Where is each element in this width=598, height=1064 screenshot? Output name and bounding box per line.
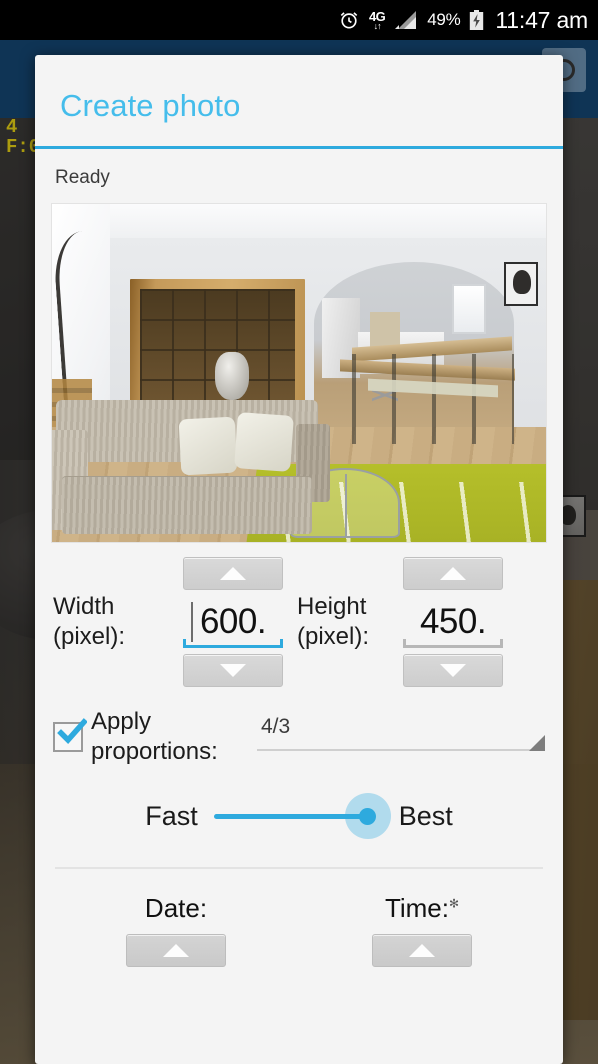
create-photo-dialog: Create photo Ready Width (pixel): 600. H…: [35, 55, 563, 1064]
date-label: Date:: [144, 893, 208, 923]
text-caret: [191, 602, 193, 642]
height-label-line-1: Height: [297, 593, 367, 620]
width-input-value: 600.: [199, 602, 267, 641]
section-divider: [55, 867, 543, 869]
ratio-spinner-underline: [257, 749, 545, 751]
network-type-indicator: 4G ↓↑: [369, 10, 386, 31]
width-input[interactable]: 600.: [183, 596, 283, 648]
slider-thumb-icon[interactable]: [358, 807, 376, 825]
triangle-up-icon: [409, 944, 435, 957]
date-increment-button[interactable]: [126, 934, 226, 967]
battery-percent-label: 49%: [427, 10, 461, 29]
preview-pillow: [178, 416, 238, 476]
time-label: Time:✻: [385, 893, 459, 924]
status-bar: 4G ↓↑ 49% 11:47 am: [0, 0, 598, 40]
width-increment-button[interactable]: [183, 557, 283, 590]
triangle-up-icon: [163, 944, 189, 957]
preview-framed-picture: [504, 262, 538, 306]
dialog-status-label: Ready: [55, 167, 110, 188]
apply-proportions-label-line-1: Apply: [91, 708, 152, 735]
ratio-spinner-value: 4/3: [261, 715, 291, 738]
height-input[interactable]: 450.: [403, 596, 503, 648]
height-label: Height (pixel):: [297, 592, 403, 652]
triangle-up-icon: [440, 567, 466, 580]
dialog-title: Create photo: [60, 88, 241, 123]
size-controls-row: Width (pixel): 600. Height (pixel): 450.: [35, 557, 563, 687]
battery-charging-icon: [469, 9, 484, 31]
apply-proportions-row: Apply proportions: 4/3: [35, 707, 563, 767]
apply-proportions-label: Apply proportions:: [91, 707, 241, 767]
preview-sofa-seat: [62, 476, 312, 534]
date-column: Date:: [53, 893, 299, 967]
height-increment-button[interactable]: [403, 557, 503, 590]
quality-slider[interactable]: [206, 793, 391, 839]
width-label: Width (pixel):: [53, 592, 183, 652]
width-label-line-1: Width: [53, 593, 115, 620]
width-decrement-button[interactable]: [183, 654, 283, 687]
photo-preview[interactable]: [51, 203, 547, 543]
signal-bars-icon: [394, 10, 418, 30]
time-column: Time:✻: [299, 893, 545, 967]
datetime-row: Date: Time:✻: [35, 893, 563, 967]
width-stepper: 600.: [183, 557, 283, 687]
quality-min-label: Fast: [145, 800, 198, 831]
preview-dining-chairs: [352, 354, 514, 444]
height-input-value: 450.: [419, 602, 487, 641]
height-label-line-2: (pixel):: [297, 623, 370, 650]
alarm-clock-icon: [338, 9, 360, 31]
height-decrement-button[interactable]: [403, 654, 503, 687]
time-increment-button[interactable]: [372, 934, 472, 967]
spinner-triangle-icon: [529, 735, 545, 751]
preview-pillow: [234, 412, 294, 472]
height-input-underline: [403, 639, 503, 648]
triangle-down-icon: [440, 664, 466, 677]
quality-slider-row: Fast Best: [35, 793, 563, 839]
quality-max-label: Best: [398, 800, 453, 831]
clock-label: 11:47 am: [495, 6, 588, 33]
height-stepper: 450.: [403, 557, 503, 687]
checkmark-icon: [57, 718, 87, 745]
data-transfer-arrows: ↓↑: [373, 20, 382, 31]
preview-rendered-image: [52, 204, 546, 542]
width-label-line-2: (pixel):: [53, 623, 126, 650]
screen: 4 F:0 4G ↓↑ 49% 11:47 am Create photo Re…: [0, 0, 598, 1064]
preview-sofa: [52, 392, 330, 542]
preview-window: [452, 284, 486, 334]
time-label-text: Time:: [384, 893, 449, 923]
triangle-down-icon: [220, 664, 246, 677]
width-input-underline: [183, 639, 283, 648]
triangle-up-icon: [220, 567, 246, 580]
ratio-spinner[interactable]: 4/3: [257, 715, 545, 759]
time-label-mark: ✻: [448, 896, 460, 911]
apply-proportions-label-line-2: proportions:: [91, 738, 218, 765]
apply-proportions-checkbox[interactable]: [53, 718, 87, 752]
